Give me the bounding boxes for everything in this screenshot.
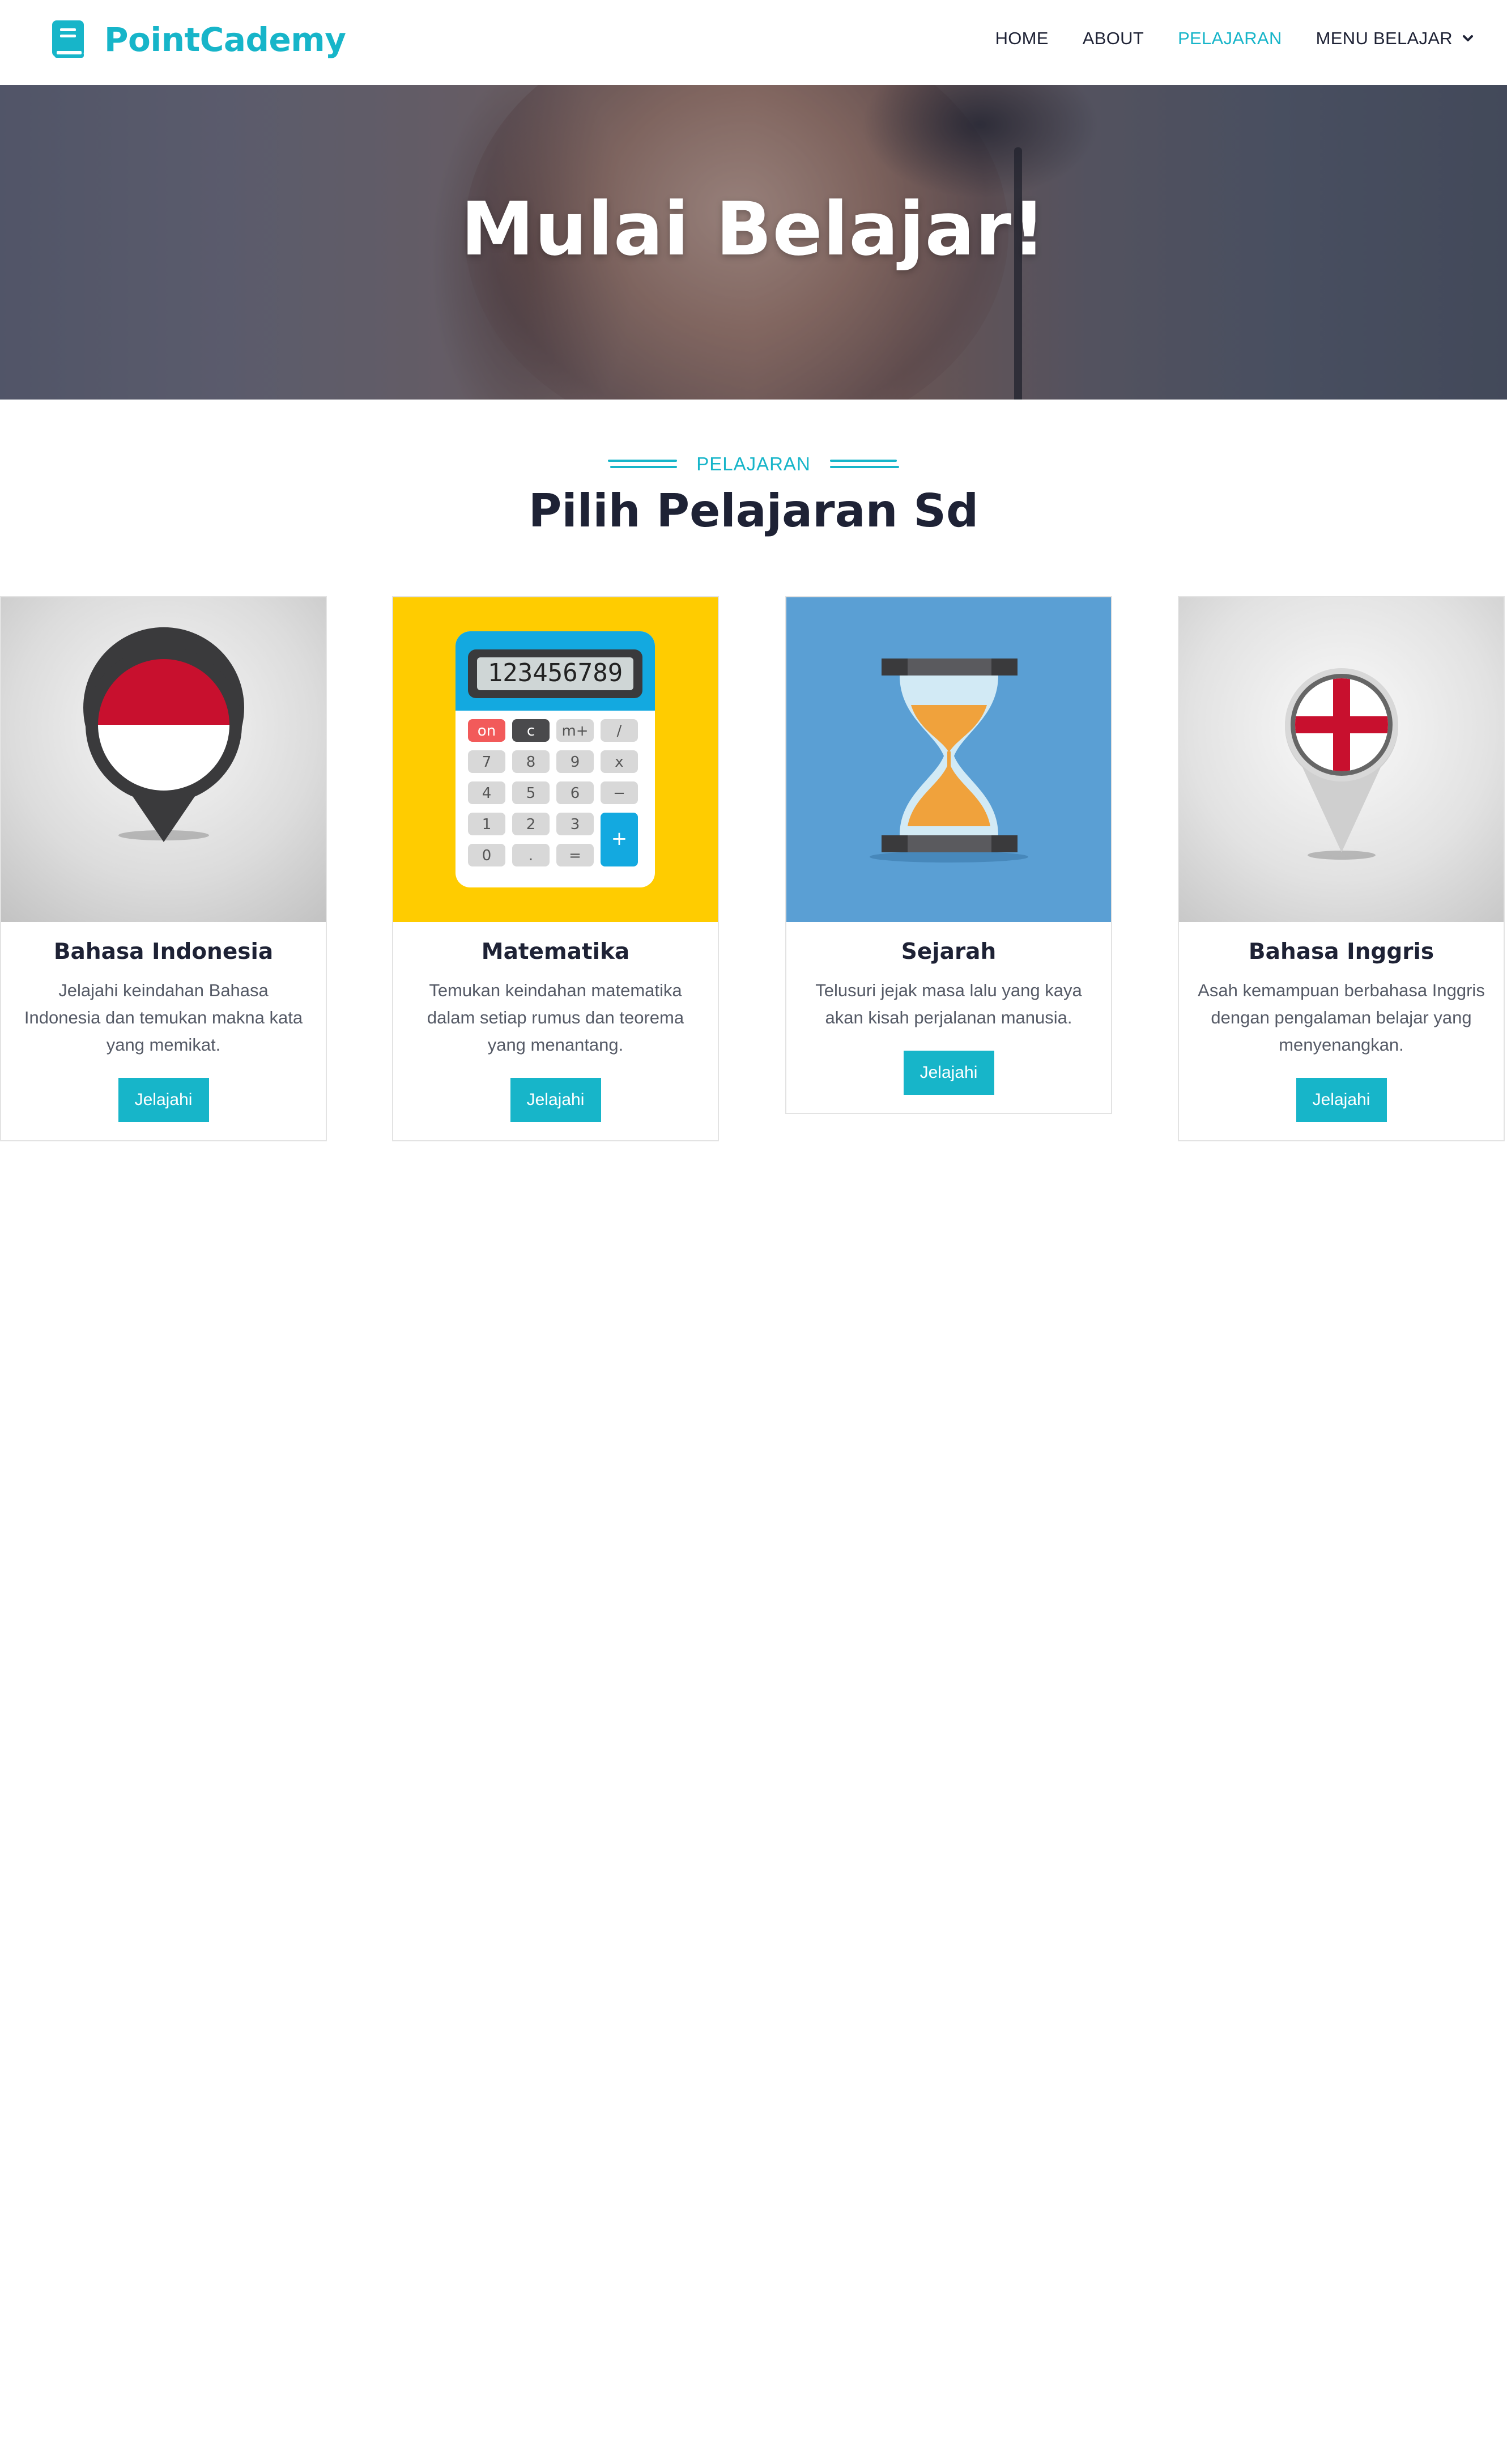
svg-text:1: 1 [482, 816, 492, 833]
section-label-text: PELAJARAN [696, 453, 811, 474]
course-description: Temukan keindahan matematika dalam setia… [427, 980, 684, 1055]
course-description: Jelajahi keindahan Bahasa Indonesia dan … [24, 980, 303, 1055]
navbar: PointCademy HOME ABOUT PELAJARAN MENU BE… [0, 0, 1507, 85]
svg-text:7: 7 [482, 754, 492, 771]
chevron-down-icon [1463, 35, 1473, 41]
hourglass-icon [870, 659, 1028, 863]
decor-lines-left [608, 458, 678, 470]
nav-home[interactable]: HOME [995, 28, 1049, 49]
svg-text:−: − [613, 785, 625, 802]
explore-button[interactable]: Jelajahi [118, 1078, 209, 1122]
svg-text:c: c [527, 723, 535, 740]
explore-button[interactable]: Jelajahi [903, 1051, 994, 1095]
brand-name: PointCademy [104, 20, 346, 59]
nav-menu-belajar-label: MENU BELAJAR [1316, 28, 1453, 48]
course-title: Bahasa Inggris [1248, 939, 1434, 965]
explore-button[interactable]: Jelajahi [1296, 1078, 1387, 1122]
calculator-icon: 123456789 on c m+ / 7 8 9 x 4 5 6 − 1 2 … [455, 631, 655, 887]
svg-text:on: on [478, 723, 496, 740]
calculator-display: 123456789 [488, 659, 623, 687]
nav-about[interactable]: ABOUT [1083, 28, 1144, 49]
course-title: Matematika [481, 939, 630, 965]
section-label: PELAJARAN [0, 453, 1507, 475]
svg-text:5: 5 [526, 785, 536, 802]
svg-text:6: 6 [571, 785, 580, 802]
decor-lines-right [829, 458, 899, 470]
svg-text:m+: m+ [561, 723, 588, 740]
hero-banner: Mulai Belajar! [0, 85, 1507, 400]
svg-text:+: + [611, 827, 628, 850]
course-image [1179, 597, 1504, 922]
svg-text:3: 3 [571, 816, 580, 833]
brand-logo[interactable]: PointCademy [52, 20, 346, 59]
svg-text:/: / [617, 723, 622, 740]
indonesia-flag-pin-icon [83, 627, 244, 842]
svg-text:.: . [529, 847, 533, 864]
hero-title: Mulai Belajar! [461, 186, 1046, 272]
svg-text:4: 4 [482, 785, 492, 802]
course-title: Sejarah [901, 939, 997, 965]
course-image: 123456789 on c m+ / 7 8 9 x 4 5 6 − 1 2 … [393, 597, 718, 922]
nav-pelajaran[interactable]: PELAJARAN [1178, 28, 1282, 49]
course-card-matematika: 123456789 on c m+ / 7 8 9 x 4 5 6 − 1 2 … [392, 596, 719, 1141]
svg-text:x: x [615, 754, 623, 771]
svg-text:8: 8 [526, 754, 536, 771]
svg-text:=: = [569, 847, 581, 864]
course-image [1, 597, 326, 922]
svg-text:2: 2 [526, 816, 536, 833]
explore-button[interactable]: Jelajahi [510, 1078, 601, 1122]
england-flag-pin-icon [1285, 668, 1398, 860]
course-description: Asah kemampuan berbahasa Inggris dengan … [1198, 980, 1485, 1055]
course-card-sejarah: Sejarah Telusuri jejak masa lalu yang ka… [785, 596, 1112, 1114]
book-icon [52, 20, 84, 58]
course-card-bahasa-indonesia: Bahasa Indonesia Jelajahi keindahan Baha… [0, 596, 327, 1141]
section-title: Pilih Pelajaran Sd [528, 485, 979, 537]
course-image [786, 597, 1111, 922]
course-description: Telusuri jejak masa lalu yang kaya akan … [815, 980, 1082, 1027]
course-title: Bahasa Indonesia [53, 939, 274, 965]
svg-text:9: 9 [571, 754, 580, 771]
course-card-bahasa-inggris: Bahasa Inggris Asah kemampuan berbahasa … [1178, 596, 1505, 1141]
svg-text:0: 0 [482, 847, 492, 864]
nav-menu-belajar[interactable]: MENU BELAJAR [1316, 28, 1474, 49]
main-nav: HOME ABOUT PELAJARAN MENU BELAJAR [961, 28, 1474, 49]
